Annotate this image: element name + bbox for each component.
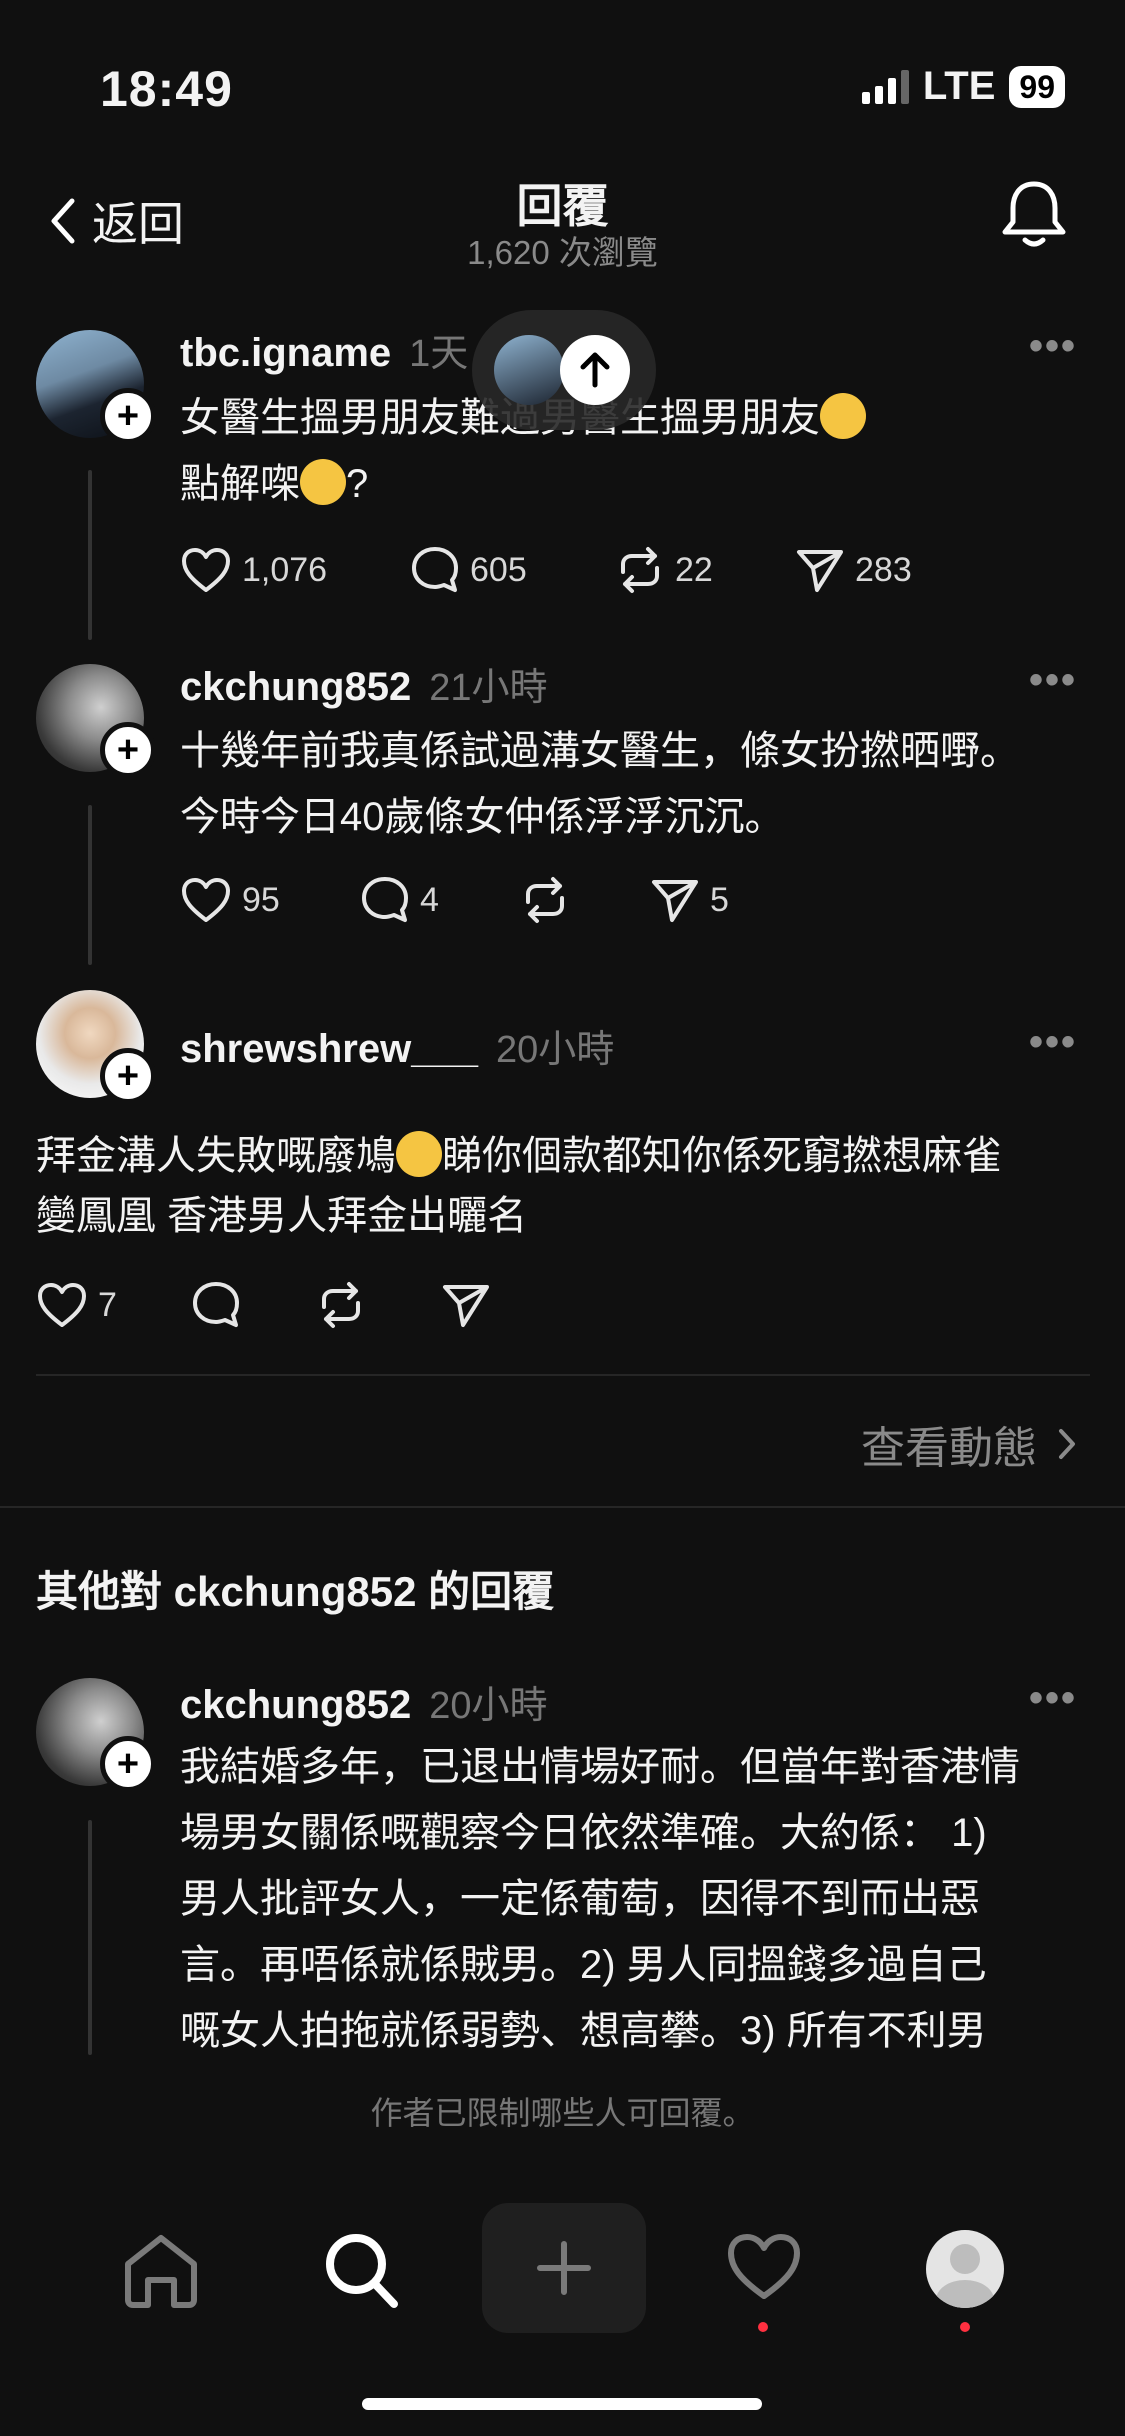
send-icon — [797, 550, 843, 592]
comment-button[interactable]: 4 — [360, 875, 520, 925]
view-activity-link[interactable]: 查看動態 — [861, 1412, 1077, 1476]
more-options-button[interactable]: ••• — [1029, 324, 1077, 369]
post-text: 我結婚多年，已退出情場好耐。但當年對香港情 場男女關係嘅觀察今日依然準確。大約係… — [180, 1745, 1020, 2053]
follow-button[interactable]: + — [100, 722, 156, 778]
comment-button[interactable]: 605 — [410, 545, 615, 595]
thread-line — [88, 805, 92, 965]
heart-icon — [728, 2234, 800, 2299]
plus-icon — [537, 2241, 591, 2295]
nav-profile[interactable] — [926, 2230, 1004, 2308]
like-button[interactable]: 1,076 — [180, 546, 410, 594]
post-actions: 95 4 5 — [180, 875, 729, 925]
profile-notification-dot — [960, 2322, 970, 2332]
bottom-nav — [0, 2190, 1125, 2350]
share-button[interactable] — [441, 1281, 491, 1329]
more-options-button[interactable]: ••• — [1029, 1676, 1077, 1721]
repost-button[interactable] — [520, 876, 650, 924]
heart-icon — [38, 1283, 86, 1327]
post-time: 20小時 — [495, 1029, 615, 1071]
post-time: 1天 — [409, 333, 469, 375]
section-divider — [0, 1506, 1125, 1508]
nav-search[interactable] — [322, 2230, 400, 2315]
thread-line — [88, 1820, 92, 2055]
status-time: 18:49 — [100, 61, 233, 117]
follow-button[interactable]: + — [100, 388, 156, 444]
repost-icon — [526, 877, 564, 923]
share-button[interactable]: 283 — [795, 546, 912, 594]
home-indicator — [362, 2398, 762, 2410]
post-actions: 7 — [36, 1280, 491, 1330]
status-indicators: LTE 99 — [861, 64, 1065, 109]
home-icon — [125, 2235, 197, 2308]
post-text: 拜金溝人失敗嘅廢鳩 睇你個款都知你係死窮撚想麻雀 變鳳凰 香港男人拜金出曬名 — [36, 1126, 1096, 1246]
heart-icon — [182, 548, 230, 592]
more-options-button[interactable]: ••• — [1029, 1020, 1077, 1065]
follow-button[interactable]: + — [100, 1736, 156, 1792]
like-button[interactable]: 95 — [180, 876, 360, 924]
profile-icon — [926, 2230, 1004, 2308]
post-time: 21小時 — [429, 667, 548, 709]
notification-button[interactable] — [999, 178, 1069, 255]
share-button[interactable]: 5 — [650, 876, 729, 924]
repost-button[interactable]: 22 — [615, 546, 795, 594]
bell-icon — [1002, 181, 1066, 247]
like-button[interactable]: 7 — [36, 1281, 191, 1329]
chevron-right-icon — [1059, 1429, 1075, 1459]
pleading-face-icon — [820, 393, 866, 439]
comment-button[interactable] — [191, 1280, 316, 1330]
divider — [36, 1374, 1090, 1376]
restricted-notice: 作者已限制哪些人可回覆。 — [370, 2095, 755, 2131]
post-text: 十幾年前我真係試過溝女醫生，條女扮撚晒嘢。 今時今日40歲條女仲係浮浮沉沉。 — [180, 729, 1020, 839]
username[interactable]: ckchung852 — [180, 665, 411, 710]
follow-button[interactable]: + — [100, 1048, 156, 1104]
username[interactable]: tbc.igname — [180, 331, 391, 376]
scroll-to-top-pill[interactable] — [472, 310, 656, 430]
send-icon — [443, 1285, 489, 1327]
comment-icon — [362, 877, 408, 922]
avatar — [494, 335, 564, 405]
username[interactable]: shrewshrew___ — [180, 1027, 478, 1072]
crying-face-icon — [300, 459, 346, 505]
network-type: LTE — [922, 64, 996, 108]
post-actions: 1,076 605 22 283 — [180, 545, 912, 595]
send-icon — [652, 880, 698, 922]
comment-icon — [412, 547, 458, 592]
more-options-button[interactable]: ••• — [1029, 658, 1077, 703]
repost-icon — [621, 547, 659, 593]
laughing-face-icon — [396, 1131, 442, 1177]
thread-line — [88, 470, 92, 640]
search-icon — [326, 2234, 398, 2308]
post-time: 20小時 — [429, 1685, 548, 1727]
comment-icon — [193, 1282, 239, 1327]
battery-icon: 99 — [1009, 65, 1065, 108]
section-heading: 其他對 ckchung852 的回覆 — [36, 1568, 555, 1615]
nav-create[interactable] — [482, 2203, 646, 2333]
repost-button[interactable] — [316, 1281, 441, 1329]
username[interactable]: ckchung852 — [180, 1683, 411, 1728]
nav-activity[interactable] — [726, 2232, 802, 2307]
repost-icon — [322, 1282, 360, 1328]
arrow-up-icon — [560, 335, 630, 405]
heart-icon — [182, 878, 230, 922]
view-count: 1,620 次瀏覽 — [467, 234, 658, 271]
signal-icon — [861, 69, 909, 104]
activity-notification-dot — [758, 2322, 768, 2332]
nav-home[interactable] — [120, 2230, 202, 2315]
